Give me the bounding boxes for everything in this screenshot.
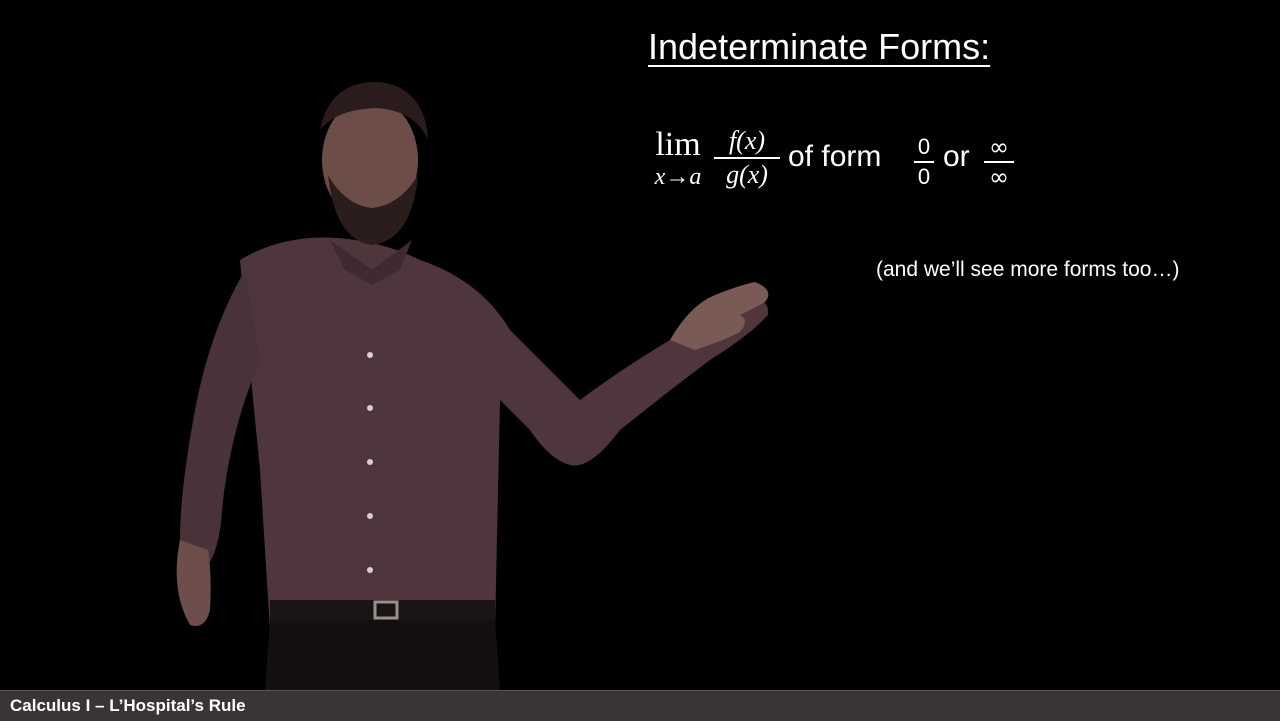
zero-numerator: 0: [917, 134, 931, 159]
slide-heading: Indeterminate Forms:: [648, 26, 991, 67]
fraction-denominator: g(x): [726, 160, 768, 189]
infinity-over-infinity: ∞ ∞: [984, 134, 1014, 190]
lim-subscript: x→a: [654, 164, 702, 190]
more-forms-note: (and we’ll see more forms too…): [876, 258, 1180, 281]
of-form-text: of form: [788, 140, 882, 173]
function-fraction: f(x) g(x): [714, 126, 780, 190]
lim-word: lim: [655, 126, 701, 163]
infinity-numerator: ∞: [989, 133, 1009, 161]
limit-operator: lim x→a: [648, 126, 708, 190]
footer-bar: Calculus I – L’Hospital’s Rule: [0, 690, 1280, 721]
lecture-slide: Indeterminate Forms: lim x→a f(x) g(x) o…: [0, 0, 1280, 721]
fraction-bar: [714, 157, 780, 159]
fraction-numerator: f(x): [728, 126, 766, 155]
zero-denominator: 0: [917, 164, 931, 189]
or-text: or: [943, 140, 970, 173]
course-title: Calculus I – L’Hospital’s Rule: [10, 696, 246, 715]
zero-over-zero: 0 0: [914, 134, 934, 190]
infinity-denominator: ∞: [989, 163, 1009, 191]
fraction-bar: [914, 161, 934, 163]
